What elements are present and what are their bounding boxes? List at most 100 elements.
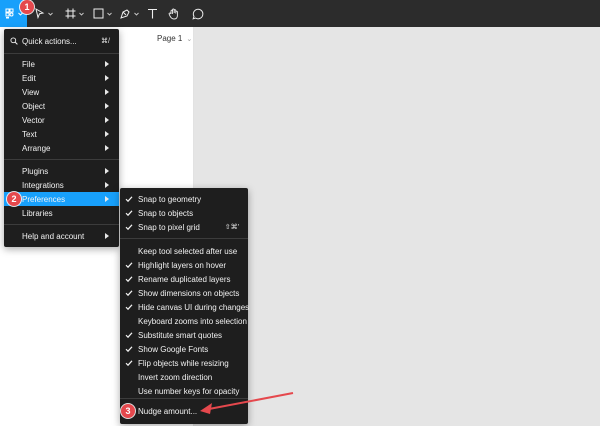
pref-item-use-number-keys-for-opacity[interactable]: Use number keys for opacity [120,384,248,398]
step-badge-2: 2 [7,192,21,206]
toolbar: 1 [0,0,600,27]
menu-item-object[interactable]: Object [4,99,119,113]
checkmark-icon [125,262,133,269]
menu-item-plugins[interactable]: Plugins [4,164,119,178]
submenu-arrow-icon [105,233,109,239]
menu-item-label: Text [22,129,37,139]
menu-item-file[interactable]: File [4,57,119,71]
pref-item-highlight-layers-on-hover[interactable]: Highlight layers on hover [120,258,248,272]
submenu-arrow-icon [105,182,109,188]
shortcut-label: ⌘/ [101,38,110,45]
pref-item-flip-objects-while-resizing[interactable]: Flip objects while resizing [120,356,248,370]
menu-item-label: File [22,59,35,69]
menu-item-label: Help and account [22,231,85,241]
menu-item-label: Hide canvas UI during changes [138,302,250,312]
pref-item-keyboard-zooms-into-selection[interactable]: Keyboard zooms into selection [120,314,248,328]
checkmark-icon [125,360,133,367]
menu-divider [120,238,248,239]
submenu-arrow-icon [105,145,109,151]
menu-item-label: Arrange [22,143,51,153]
submenu-arrow-icon [105,196,109,202]
pref-item-substitute-smart-quotes[interactable]: Substitute smart quotes [120,328,248,342]
menu-item-label: Vector [22,115,45,125]
menu-item-edit[interactable]: Edit [4,71,119,85]
menu-item-label: Highlight layers on hover [138,260,227,270]
menu-item-label: Keyboard zooms into selection [138,316,247,326]
menu-item-integrations[interactable]: Integrations [4,178,119,192]
checkmark-icon [125,276,133,283]
frame-tool-button[interactable] [63,0,85,27]
checkmark-icon [125,224,133,231]
move-arrow-icon [35,8,45,19]
pen-tool-button[interactable] [118,0,140,27]
hand-tool-icon [168,8,178,19]
menu-divider [120,398,248,399]
menu-item-label: Libraries [22,208,53,218]
pref-item-snap-to-objects[interactable]: Snap to objects [120,206,248,220]
menu-item-quick-actions[interactable]: Quick actions... ⌘/ [4,34,119,48]
menu-item-view[interactable]: View [4,85,119,99]
search-icon [10,37,18,45]
menu-item-label: Snap to objects [138,208,194,218]
menu-item-label: Plugins [22,166,49,176]
menu-item-label: Rename duplicated layers [138,274,231,284]
pref-item-snap-to-pixel-grid[interactable]: Snap to pixel grid ⇧⌘' [120,220,248,234]
menu-item-libraries[interactable]: Libraries [4,206,119,220]
comment-icon [192,8,204,20]
menu-item-label: Snap to geometry [138,194,202,204]
submenu-arrow-icon [105,168,109,174]
checkmark-icon [125,304,133,311]
menu-item-label: Invert zoom direction [138,372,213,382]
submenu-arrow-icon [105,131,109,137]
pref-item-show-dimensions-on-objects[interactable]: Show dimensions on objects [120,286,248,300]
menu-item-label: Show Google Fonts [138,344,209,354]
menu-divider [4,224,119,225]
menu-divider [4,159,119,160]
main-menu: Quick actions... ⌘/ File Edit View Objec… [4,29,119,247]
text-tool-icon [147,8,157,19]
pref-item-nudge-amount[interactable]: Nudge amount... [120,404,248,418]
hand-tool-button[interactable] [167,0,181,27]
submenu-arrow-icon [105,89,109,95]
submenu-arrow-icon [105,117,109,123]
move-tool-button[interactable] [33,0,55,27]
checkmark-icon [125,346,133,353]
step-badge-1: 1 [20,0,34,14]
checkmark-icon [125,290,133,297]
preferences-submenu: Snap to geometry Snap to objects Snap to p… [120,188,250,424]
shape-tool-button[interactable] [91,0,113,27]
shortcut-label: ⇧⌘' [224,224,239,231]
pref-item-invert-zoom-direction[interactable]: Invert zoom direction [120,370,248,384]
pref-item-keep-tool-selected-after-use[interactable]: Keep tool selected after use [120,244,248,258]
rectangle-icon [93,8,103,19]
comment-tool-button[interactable] [191,0,205,27]
menu-item-text[interactable]: Text [4,127,119,141]
menu-item-vector[interactable]: Vector [4,113,119,127]
menu-item-label: Nudge amount... [138,406,198,416]
figma-menu-icon [5,8,13,19]
pref-item-hide-canvas-ui-during-changes[interactable]: Hide canvas UI during changes [120,300,250,314]
pref-item-rename-duplicated-layers[interactable]: Rename duplicated layers [120,272,248,286]
menu-item-label: Snap to pixel grid [138,222,200,232]
pref-item-show-google-fonts[interactable]: Show Google Fonts [120,342,248,356]
frame-hash-icon [65,8,75,19]
menu-item-label: Integrations [22,180,64,190]
submenu-arrow-icon [105,103,109,109]
menu-item-label: Substitute smart quotes [138,330,223,340]
submenu-arrow-icon [105,61,109,67]
step-badge-3: 3 [121,404,135,418]
pref-item-snap-to-geometry[interactable]: Snap to geometry [120,192,248,206]
page-selector[interactable]: Page 1 ⌄ [157,34,192,43]
chevron-down-icon [133,12,139,16]
chevron-down-icon [78,12,84,16]
submenu-arrow-icon [105,75,109,81]
text-tool-button[interactable] [145,0,159,27]
menu-item-arrange[interactable]: Arrange [4,141,119,155]
menu-item-label: Flip objects while resizing [138,358,229,368]
checkmark-icon [125,196,133,203]
menu-item-label: Edit [22,73,36,83]
pen-tool-icon [119,9,130,19]
chevron-down-icon [48,12,53,16]
menu-item-preferences[interactable]: Preferences [4,192,119,206]
menu-item-help-and-account[interactable]: Help and account [4,229,119,243]
